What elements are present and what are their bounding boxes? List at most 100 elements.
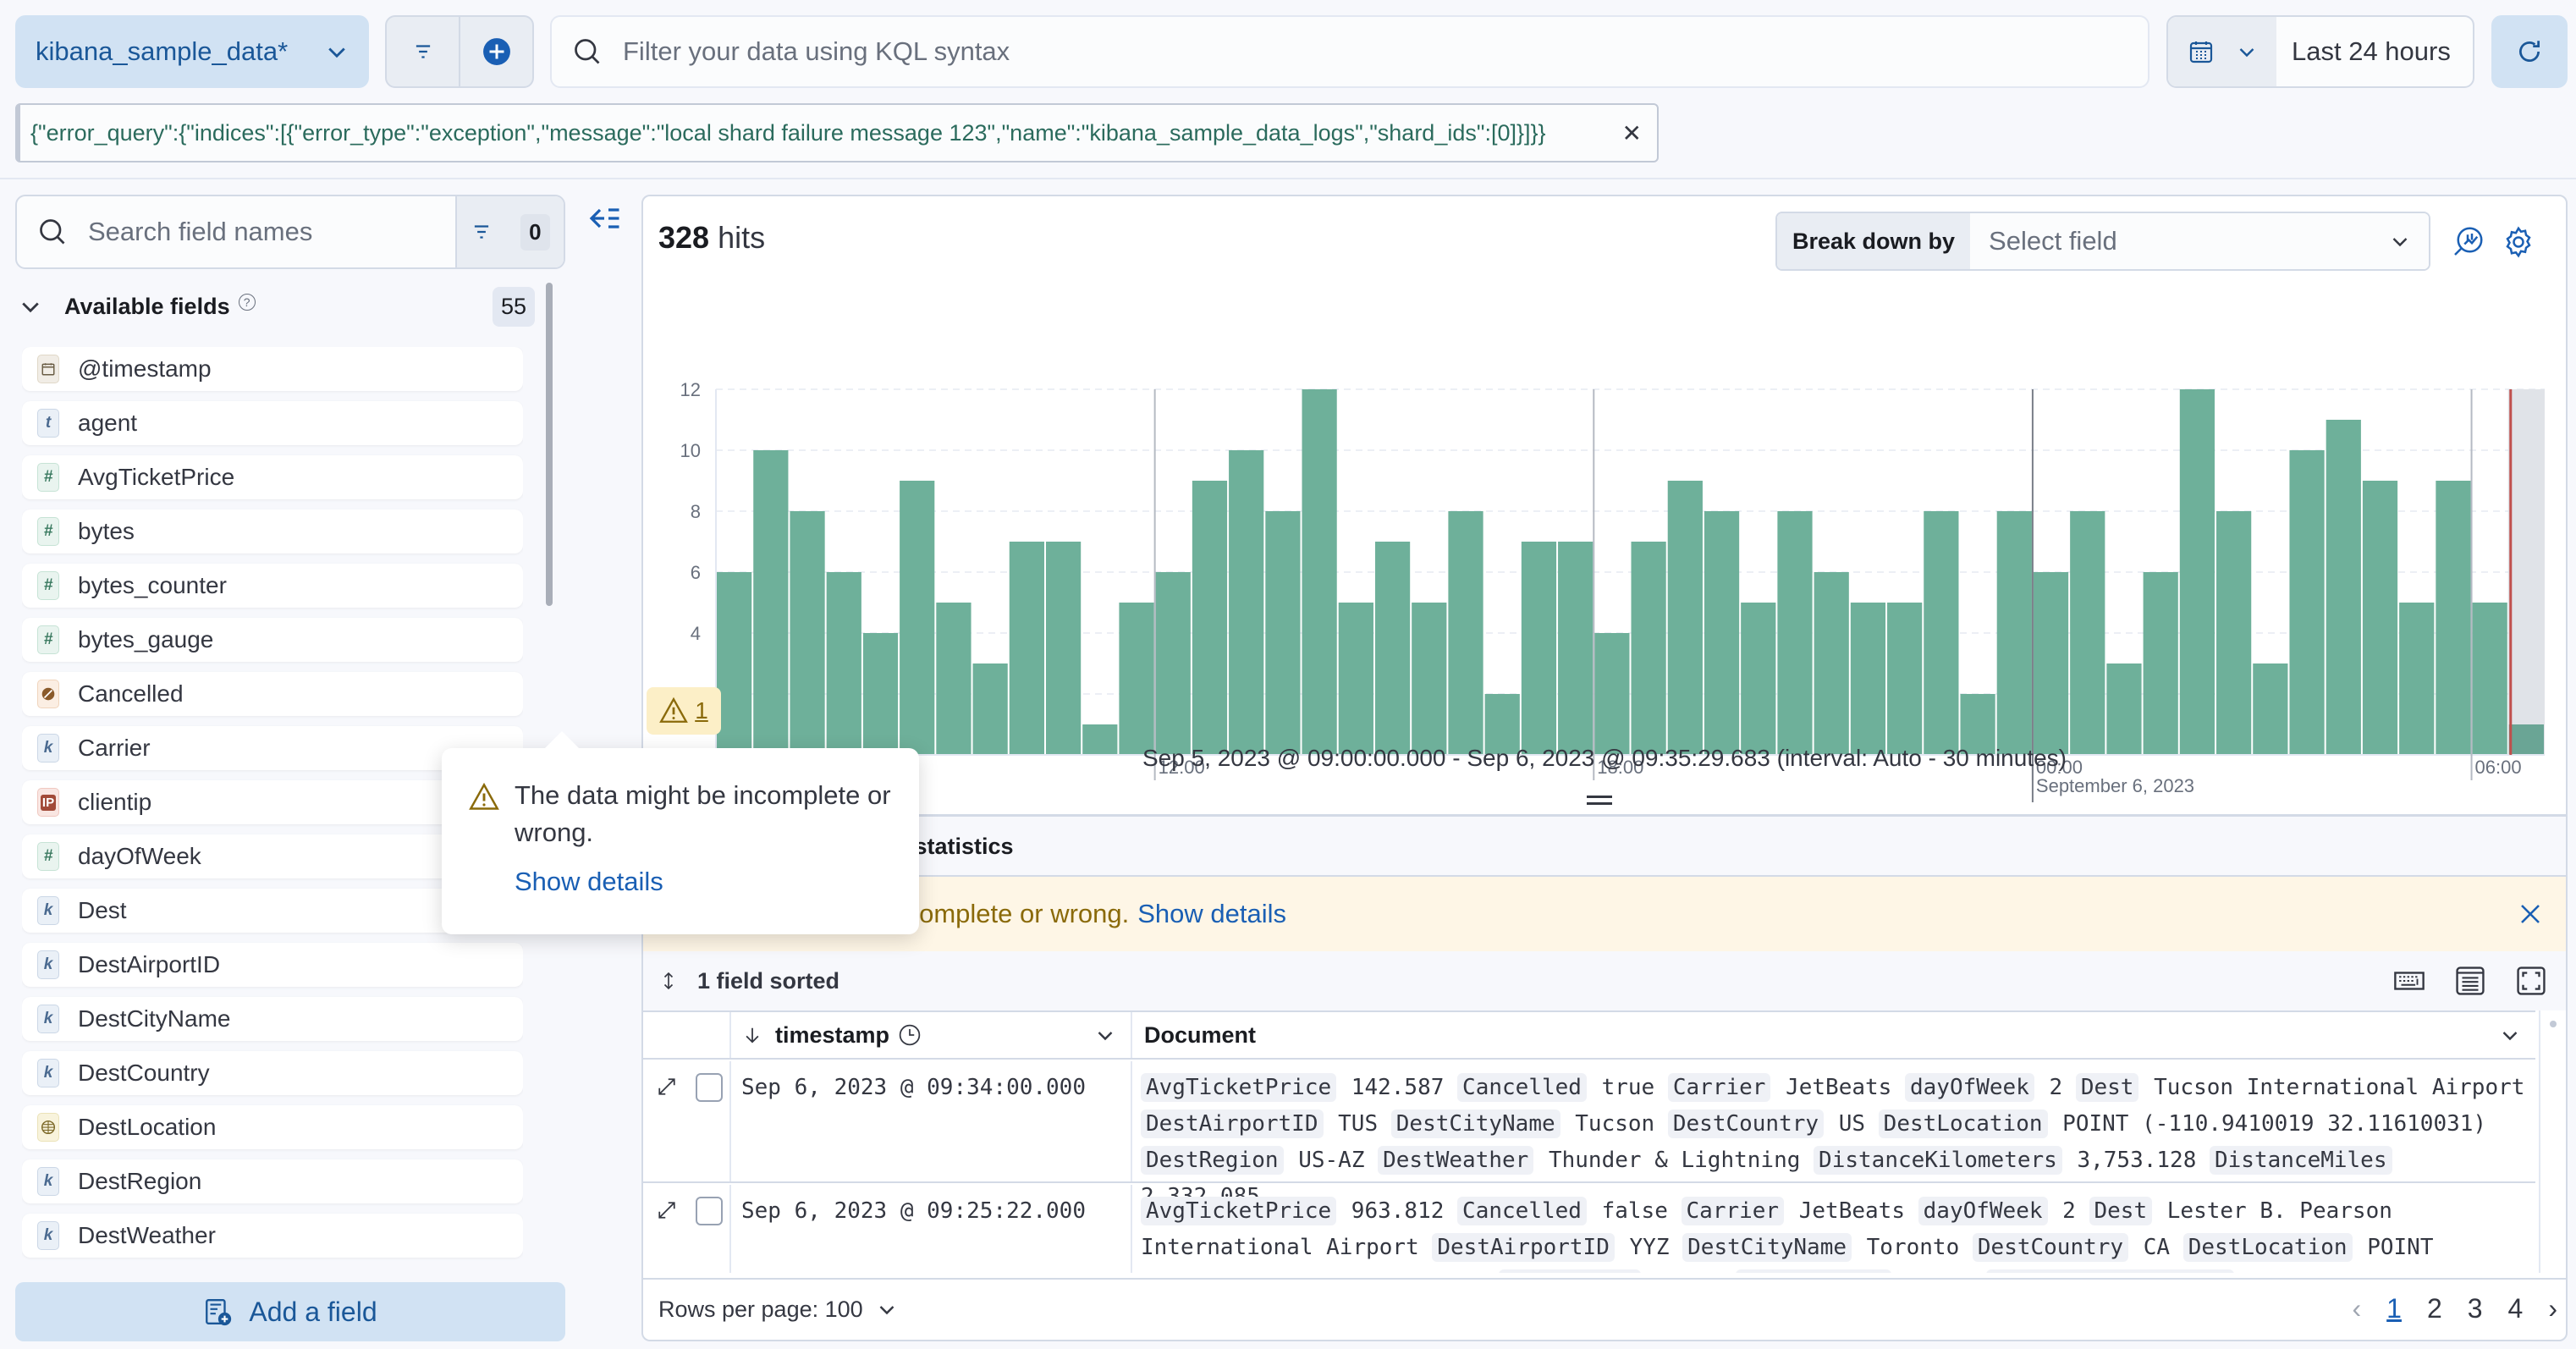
document-field-value: 2 bbox=[2035, 1075, 2076, 1100]
page-2[interactable]: 2 bbox=[2427, 1293, 2442, 1324]
field-item[interactable]: Cancelled bbox=[22, 672, 523, 716]
edit-visualization-icon[interactable] bbox=[2451, 225, 2485, 259]
histogram-bar bbox=[900, 481, 935, 755]
warning-badge[interactable]: 1 bbox=[647, 687, 721, 735]
document-field-key: DestWeather bbox=[1735, 1269, 1891, 1273]
page-3[interactable]: 3 bbox=[2468, 1293, 2483, 1324]
field-item[interactable]: # bytes bbox=[22, 509, 523, 553]
document-field-key: Cancelled bbox=[1457, 1073, 1587, 1102]
document-field-key: AvgTicketPrice bbox=[1141, 1197, 1337, 1225]
next-page-icon[interactable]: › bbox=[2548, 1293, 2557, 1324]
field-item[interactable]: k DestCountry bbox=[22, 1051, 523, 1095]
histogram-bar bbox=[2326, 420, 2361, 755]
field-item[interactable]: k DestAirportID bbox=[22, 943, 523, 987]
collapse-sidebar-icon[interactable] bbox=[587, 201, 621, 235]
help-icon[interactable]: ? bbox=[238, 294, 256, 311]
document-field-value: 3,753.128 bbox=[2063, 1148, 2210, 1173]
query-input[interactable] bbox=[623, 36, 2127, 67]
warning-count: 1 bbox=[695, 697, 708, 724]
column-header-timestamp[interactable]: timestamp bbox=[731, 1012, 1132, 1058]
time-range-summary: Sep 5, 2023 @ 09:00:00.000 - Sep 6, 2023… bbox=[1142, 745, 2067, 771]
document-field-key: DestCountry bbox=[1667, 1109, 1825, 1138]
field-item[interactable]: k DestRegion bbox=[22, 1159, 523, 1203]
display-options-icon[interactable] bbox=[2454, 965, 2486, 997]
field-type-filter-button[interactable]: 0 bbox=[455, 196, 564, 267]
field-name: agent bbox=[78, 410, 138, 436]
filter-menu-button[interactable] bbox=[387, 17, 459, 86]
field-item[interactable]: t agent bbox=[22, 401, 523, 445]
timestamp-cell: Sep 6, 2023 @ 09:34:00.000 bbox=[731, 1061, 1132, 1181]
warning-icon bbox=[469, 782, 499, 810]
popover-show-details-link[interactable]: Show details bbox=[515, 867, 892, 897]
histogram-bar bbox=[1448, 511, 1483, 755]
table-row: Sep 6, 2023 @ 09:34:00.000 AvgTicketPric… bbox=[643, 1061, 2535, 1209]
available-fields-count: 55 bbox=[492, 286, 535, 327]
close-icon[interactable] bbox=[2517, 900, 2544, 928]
document-cell: AvgTicketPrice 142.587 Cancelled true Ca… bbox=[1132, 1061, 2535, 1209]
panel-resize-handle[interactable] bbox=[1587, 796, 1612, 809]
calendar-icon bbox=[2189, 41, 2213, 63]
histogram-bar bbox=[2399, 603, 2435, 755]
divider bbox=[0, 178, 2576, 179]
data-view-selector[interactable]: kibana_sample_data* bbox=[15, 15, 369, 88]
row-controls bbox=[643, 1061, 731, 1181]
histogram-bar bbox=[1229, 450, 1264, 755]
field-item[interactable]: k DestWeather bbox=[22, 1214, 523, 1258]
histogram-bar bbox=[1777, 511, 1813, 755]
column-actions-icon[interactable] bbox=[1095, 1025, 1115, 1045]
breakdown-placeholder: Select field bbox=[1989, 226, 2117, 256]
histogram-bar bbox=[1192, 481, 1228, 755]
row-checkbox[interactable] bbox=[696, 1197, 723, 1225]
add-filter-button[interactable] bbox=[459, 17, 532, 86]
add-field-button[interactable]: Add a field bbox=[15, 1282, 565, 1341]
gear-icon[interactable] bbox=[2502, 225, 2535, 259]
document-field-key: DistanceMiles bbox=[2210, 1146, 2392, 1175]
time-range-display[interactable]: Last 24 hours bbox=[2276, 17, 2473, 86]
field-item[interactable]: # AvgTicketPrice bbox=[22, 455, 523, 499]
y-tick-label: 4 bbox=[691, 623, 701, 644]
number-field-type-icon: # bbox=[37, 463, 59, 492]
field-name: Carrier bbox=[78, 735, 151, 761]
sort-fields-button[interactable]: 1 field sorted bbox=[697, 968, 839, 994]
document-field-key: Carrier bbox=[1681, 1197, 1785, 1225]
field-item[interactable]: # bytes_counter bbox=[22, 564, 523, 608]
breakdown-field-select[interactable]: Select field bbox=[1970, 213, 2429, 269]
text-field-type-icon: k bbox=[37, 896, 59, 925]
available-fields-header[interactable]: Available fields ? 55 bbox=[19, 286, 535, 327]
page-1[interactable]: 1 bbox=[2386, 1293, 2402, 1324]
column-actions-icon[interactable] bbox=[2500, 1025, 2520, 1045]
rows-per-page-select[interactable]: Rows per page: 100 bbox=[658, 1297, 897, 1323]
chevron-down-icon bbox=[2239, 48, 2254, 58]
histogram-bar bbox=[826, 572, 861, 755]
field-item[interactable]: @timestamp bbox=[22, 347, 523, 391]
document-field-value: Thunder & Lightning bbox=[1535, 1148, 1814, 1173]
field-search-input[interactable] bbox=[88, 217, 410, 247]
table-scrollbar[interactable] bbox=[2539, 1010, 2566, 1273]
field-item[interactable]: # bytes_gauge bbox=[22, 618, 523, 662]
histogram-bar bbox=[2436, 481, 2471, 755]
column-header-document[interactable]: Document bbox=[1132, 1012, 2535, 1058]
histogram-bar bbox=[2472, 603, 2507, 755]
filter-pill[interactable]: {"error_query":{"indices":[{"error_type"… bbox=[15, 103, 1659, 162]
popover-message: The data might be incomplete or wrong. bbox=[515, 780, 891, 847]
row-checkbox[interactable] bbox=[696, 1073, 723, 1102]
refresh-button[interactable] bbox=[2491, 15, 2568, 88]
fullscreen-icon[interactable] bbox=[2515, 965, 2547, 997]
document-field-value: 10,506.422 bbox=[2236, 1271, 2382, 1273]
remove-filter-icon[interactable]: ✕ bbox=[1617, 119, 1647, 147]
callout-show-details-link[interactable]: Show details bbox=[1137, 899, 1286, 929]
keyboard-shortcuts-icon[interactable] bbox=[2393, 965, 2425, 997]
page-4[interactable]: 4 bbox=[2508, 1293, 2524, 1324]
field-item[interactable]: k DestCityName bbox=[22, 997, 523, 1041]
field-item[interactable]: DestLocation bbox=[22, 1105, 523, 1149]
data-view-name: kibana_sample_data* bbox=[36, 36, 289, 66]
histogram-bar bbox=[1155, 572, 1191, 755]
previous-page-icon[interactable]: ‹ bbox=[2353, 1293, 2362, 1324]
expand-row-icon[interactable] bbox=[655, 1198, 679, 1222]
sort-descending-icon bbox=[746, 1027, 759, 1043]
sidebar-scrollbar[interactable] bbox=[546, 283, 553, 606]
expand-row-icon[interactable] bbox=[655, 1075, 679, 1098]
field-name: clientip bbox=[78, 789, 152, 815]
filter-icon bbox=[475, 225, 489, 239]
quick-select-button[interactable] bbox=[2168, 17, 2276, 86]
